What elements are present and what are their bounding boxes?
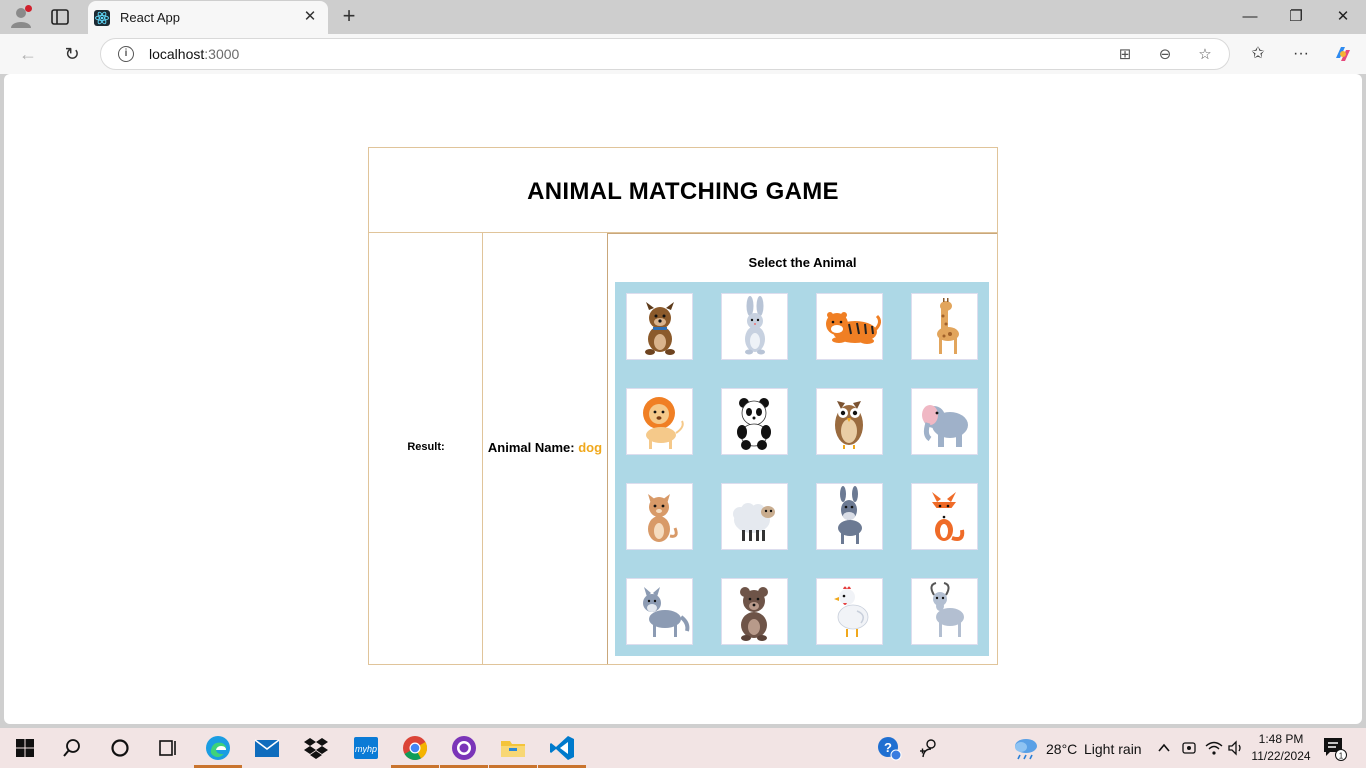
animal-name-label: Animal Name: dog bbox=[487, 440, 603, 455]
window-close-icon[interactable]: ✕ bbox=[1332, 6, 1354, 28]
animal-card-cat[interactable] bbox=[626, 483, 693, 550]
animal-card-fox[interactable] bbox=[911, 483, 978, 550]
cortana-icon[interactable] bbox=[104, 734, 136, 762]
animal-card-wolf[interactable] bbox=[626, 578, 693, 645]
svg-text:myhp: myhp bbox=[355, 744, 377, 754]
profile-icon[interactable] bbox=[9, 5, 33, 29]
tab-title: React App bbox=[120, 10, 180, 25]
animal-card-donkey[interactable] bbox=[816, 483, 883, 550]
result-label: Result: bbox=[407, 441, 445, 453]
restore-icon[interactable]: ❐ bbox=[1285, 6, 1307, 28]
animal-name-column: Animal Name: dog bbox=[483, 233, 608, 664]
cat-icon bbox=[648, 494, 678, 542]
notification-count: 1 bbox=[1339, 752, 1344, 761]
bear-icon bbox=[740, 587, 768, 641]
weather-temp: 28°C bbox=[1046, 741, 1078, 757]
more-icon[interactable]: ··· bbox=[1290, 43, 1312, 65]
weather-desc[interactable]: Light rain bbox=[1084, 741, 1142, 757]
search-icon[interactable] bbox=[56, 734, 88, 762]
donkey-icon bbox=[838, 486, 862, 544]
favorites-icon[interactable]: ✩ bbox=[1247, 43, 1269, 65]
chicken-icon bbox=[834, 586, 869, 637]
back-icon[interactable]: ← bbox=[16, 42, 40, 66]
sheep-icon bbox=[733, 503, 775, 541]
clock-time: 1:48 PM bbox=[1258, 732, 1304, 746]
animal-card-sheep[interactable] bbox=[721, 483, 788, 550]
animal-card-panda[interactable] bbox=[721, 388, 788, 455]
github-desktop-icon[interactable] bbox=[440, 734, 488, 768]
animal-card-chicken[interactable] bbox=[816, 578, 883, 645]
task-view-icon[interactable] bbox=[152, 734, 184, 762]
vscode-icon[interactable] bbox=[538, 734, 586, 768]
dog-icon bbox=[645, 302, 675, 355]
animal-card-giraffe[interactable] bbox=[911, 293, 978, 360]
result-column: Result: bbox=[369, 233, 483, 664]
game-header: ANIMAL MATCHING GAME bbox=[369, 148, 997, 233]
animal-card-elephant[interactable] bbox=[911, 388, 978, 455]
address-bar[interactable]: i localhost:3000 ⊞ ⊖ ☆ bbox=[100, 38, 1230, 70]
browser-titlebar: React App ✕ + — ❐ ✕ bbox=[0, 0, 1366, 34]
copilot-icon[interactable] bbox=[1332, 43, 1354, 65]
browser-toolbar: ← ↻ i localhost:3000 ⊞ ⊖ ☆ ✩ ··· bbox=[0, 34, 1366, 74]
weather-icon[interactable] bbox=[1010, 734, 1042, 762]
windows-taskbar: myhp ? 28°C Light rain 1:48 PM 11/22/202… bbox=[0, 728, 1366, 768]
fox-icon bbox=[932, 492, 965, 541]
edge-icon[interactable] bbox=[194, 734, 242, 768]
people-icon[interactable] bbox=[913, 734, 945, 762]
help-icon[interactable]: ? bbox=[873, 734, 905, 762]
react-favicon-icon bbox=[94, 10, 110, 26]
close-tab-icon[interactable]: ✕ bbox=[302, 9, 318, 25]
tab-actions-icon[interactable] bbox=[48, 6, 72, 28]
favorite-icon[interactable]: ☆ bbox=[1195, 45, 1215, 65]
app-available-icon[interactable]: ⊞ bbox=[1115, 45, 1135, 65]
animal-card-tiger[interactable] bbox=[816, 293, 883, 360]
notification-icon[interactable]: 1 bbox=[1318, 734, 1350, 762]
svg-text:?: ? bbox=[884, 740, 892, 755]
animal-grid bbox=[615, 282, 989, 656]
myhp-icon[interactable]: myhp bbox=[350, 734, 382, 762]
select-title: Select the Animal bbox=[748, 255, 857, 270]
clock-date: 11/22/2024 bbox=[1251, 749, 1311, 763]
animal-card-bear[interactable] bbox=[721, 578, 788, 645]
page-title: ANIMAL MATCHING GAME bbox=[527, 178, 839, 205]
lion-icon bbox=[643, 397, 684, 449]
taskbar-clock[interactable]: 1:48 PM 11/22/2024 bbox=[1244, 731, 1318, 765]
new-tab-icon[interactable]: + bbox=[338, 5, 360, 27]
mail-icon[interactable] bbox=[251, 734, 283, 762]
animal-name-value: dog bbox=[578, 440, 603, 455]
animal-card-rabbit[interactable] bbox=[721, 293, 788, 360]
giraffe-icon bbox=[937, 298, 959, 354]
url-text: localhost:3000 bbox=[149, 46, 240, 62]
minimize-icon[interactable]: — bbox=[1239, 6, 1261, 28]
site-info-icon[interactable]: i bbox=[118, 46, 134, 62]
animal-card-dog[interactable] bbox=[626, 293, 693, 360]
animal-card-goat[interactable] bbox=[911, 578, 978, 645]
zoom-icon[interactable]: ⊖ bbox=[1155, 45, 1175, 65]
panda-icon bbox=[737, 398, 771, 450]
dropbox-icon[interactable] bbox=[300, 734, 332, 762]
file-explorer-icon[interactable] bbox=[489, 734, 537, 768]
rabbit-icon bbox=[745, 296, 765, 355]
chrome-icon[interactable] bbox=[391, 734, 439, 768]
owl-icon bbox=[835, 401, 863, 449]
game-table: ANIMAL MATCHING GAME Result: Animal Name… bbox=[368, 147, 998, 665]
animal-card-lion[interactable] bbox=[626, 388, 693, 455]
start-icon[interactable] bbox=[9, 734, 41, 762]
page-viewport: ANIMAL MATCHING GAME Result: Animal Name… bbox=[4, 74, 1362, 724]
refresh-icon[interactable]: ↻ bbox=[60, 42, 84, 66]
wolf-icon bbox=[643, 587, 690, 637]
goat-icon bbox=[930, 582, 964, 637]
tiger-icon bbox=[826, 312, 882, 344]
animal-card-owl[interactable] bbox=[816, 388, 883, 455]
tab-react-app[interactable]: React App ✕ bbox=[88, 1, 328, 34]
select-column: Select the Animal bbox=[608, 233, 997, 664]
elephant-icon bbox=[922, 405, 968, 447]
